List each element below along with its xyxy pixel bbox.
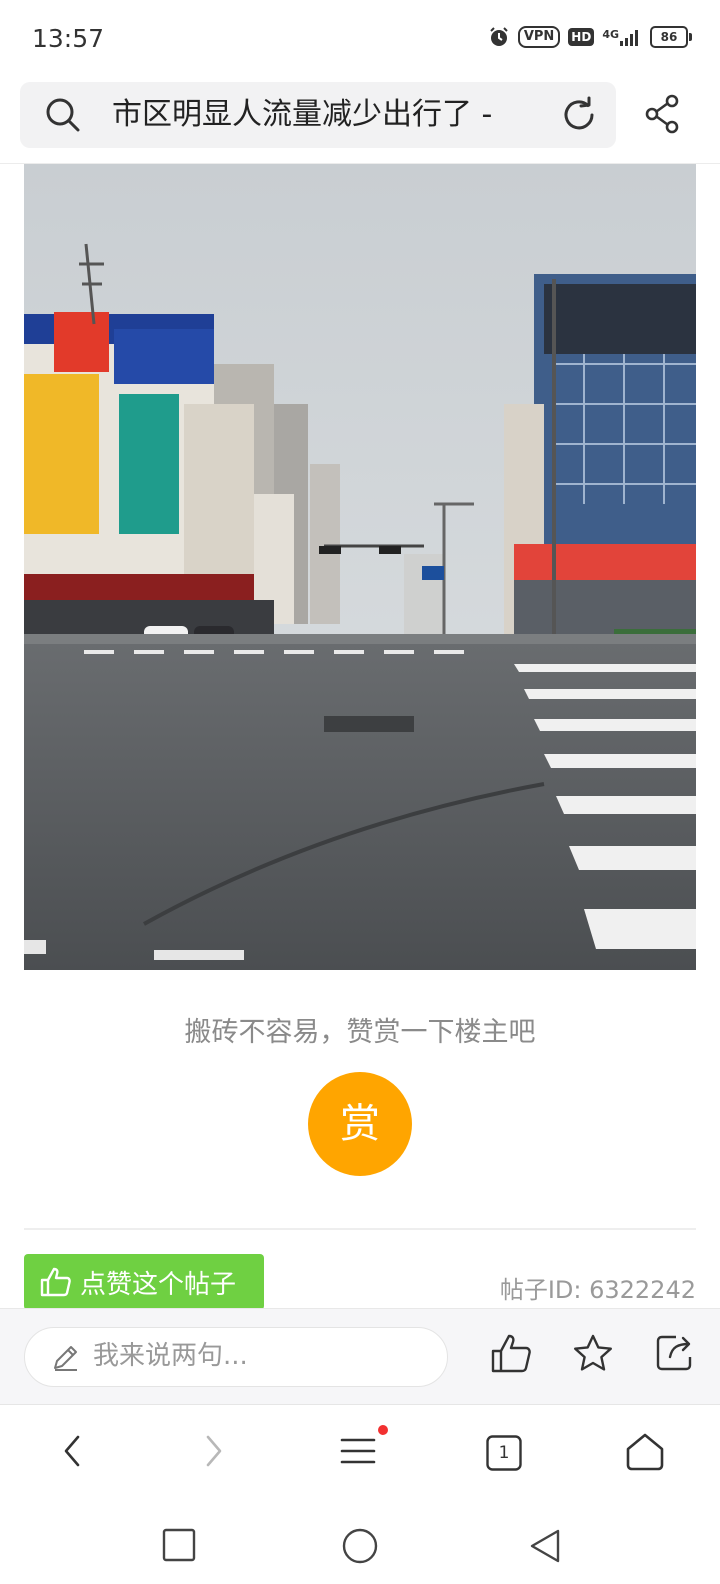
home-icon[interactable] bbox=[624, 1431, 666, 1477]
vpn-icon: VPN bbox=[517, 26, 561, 48]
reward-button[interactable]: 赏 bbox=[308, 1072, 412, 1176]
battery-icon: 86 bbox=[650, 26, 692, 48]
alarm-icon bbox=[488, 26, 510, 48]
search-icon[interactable] bbox=[44, 96, 82, 138]
content-divider bbox=[24, 1228, 696, 1230]
status-time: 13:57 bbox=[32, 24, 105, 53]
forward-icon[interactable] bbox=[202, 1431, 226, 1475]
post-id: 帖子ID: 6322242 bbox=[499, 1276, 696, 1304]
menu-icon[interactable] bbox=[340, 1425, 388, 1475]
browser-nav: 1 bbox=[0, 1404, 720, 1509]
comment-input[interactable]: 我来说两句... bbox=[24, 1327, 448, 1387]
reload-icon[interactable] bbox=[560, 96, 598, 138]
signal-icon: 4G bbox=[602, 28, 642, 46]
notification-dot bbox=[378, 1425, 388, 1435]
like-post-label: 点赞这个帖子 bbox=[80, 1269, 237, 1300]
tabs-icon[interactable]: 1 bbox=[486, 1435, 522, 1471]
network-type: 4G bbox=[602, 28, 619, 41]
share-icon[interactable] bbox=[644, 94, 680, 138]
back-icon[interactable] bbox=[60, 1431, 84, 1475]
home-circle-icon[interactable] bbox=[342, 1528, 378, 1568]
status-icons: VPN HD 4G 86 bbox=[488, 26, 692, 48]
star-icon[interactable] bbox=[572, 1333, 614, 1379]
tab-count: 1 bbox=[498, 1443, 510, 1463]
like-post-button[interactable]: 点赞这个帖子 bbox=[24, 1254, 264, 1310]
reward-prompt: 搬砖不容易，赞赏一下楼主吧 bbox=[184, 1017, 536, 1048]
page-title-url[interactable]: 市区明显人流量减少出行了 - bbox=[112, 96, 548, 134]
hd-icon: HD bbox=[568, 28, 595, 46]
address-bar[interactable]: 市区明显人流量减少出行了 - bbox=[20, 82, 616, 148]
system-nav bbox=[0, 1508, 720, 1584]
back-triangle-icon[interactable] bbox=[528, 1528, 562, 1568]
share-out-icon[interactable] bbox=[654, 1333, 694, 1377]
comment-placeholder: 我来说两句... bbox=[93, 1341, 248, 1371]
pencil-icon bbox=[51, 1342, 81, 1376]
thumbs-up-icon[interactable] bbox=[490, 1333, 532, 1379]
comment-bar: 我来说两句... bbox=[0, 1308, 720, 1405]
thumbs-up-icon bbox=[40, 1267, 72, 1297]
recents-icon[interactable] bbox=[162, 1528, 196, 1566]
post-image[interactable] bbox=[24, 164, 696, 970]
status-bar: 13:57 VPN HD 4G 86 bbox=[0, 0, 720, 78]
